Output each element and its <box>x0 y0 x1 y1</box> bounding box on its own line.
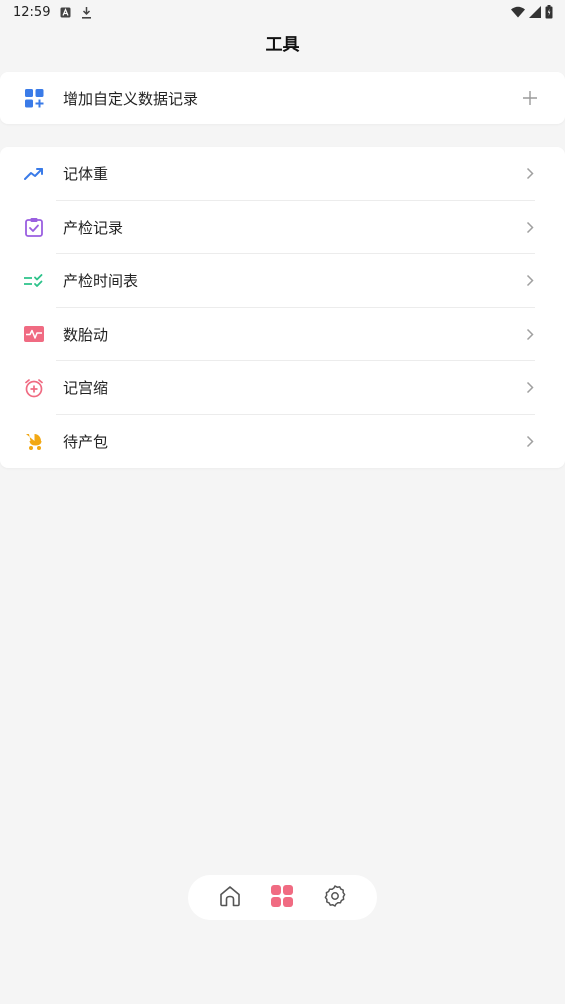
status-left: 12:59 <box>13 5 92 20</box>
tool-item-label: 记体重 <box>63 165 109 184</box>
home-icon <box>218 884 242 912</box>
tool-item-hospital-bag[interactable]: 待产包 <box>0 415 565 469</box>
notification-a-icon <box>60 7 71 18</box>
bottom-nav <box>188 875 377 920</box>
add-custom-record-button[interactable]: 增加自定义数据记录 <box>0 72 565 124</box>
gear-icon <box>323 884 347 912</box>
nav-settings-button[interactable] <box>319 882 351 914</box>
chevron-right-icon <box>523 381 537 395</box>
status-right <box>511 5 553 19</box>
alarm-plus-icon <box>24 378 44 398</box>
signal-icon <box>529 6 541 18</box>
nav-home-button[interactable] <box>214 882 246 914</box>
checklist-icon <box>24 271 44 291</box>
download-icon <box>81 6 92 19</box>
tools-list-card: 记体重 产检记录 产检时间表 数胎动 记宫缩 待产包 <box>0 147 565 468</box>
chevron-right-icon <box>523 220 537 234</box>
tools-grid-icon <box>270 884 294 912</box>
tool-item-weight[interactable]: 记体重 <box>0 147 565 201</box>
grid-plus-icon <box>24 88 44 108</box>
add-record-card: 增加自定义数据记录 <box>0 72 565 124</box>
tool-item-contractions[interactable]: 记宫缩 <box>0 361 565 415</box>
trend-up-icon <box>24 164 44 184</box>
tool-item-label: 数胎动 <box>63 325 109 344</box>
heartbeat-icon <box>24 324 44 344</box>
battery-icon <box>545 5 553 19</box>
chevron-right-icon <box>523 327 537 341</box>
status-time: 12:59 <box>13 4 51 20</box>
plus-icon <box>523 91 537 105</box>
tool-item-label: 待产包 <box>63 432 109 451</box>
tool-item-label: 产检记录 <box>63 218 124 237</box>
status-bar: 12:59 <box>0 0 565 24</box>
chevron-right-icon <box>523 167 537 181</box>
stroller-icon <box>24 431 44 451</box>
chevron-right-icon <box>523 434 537 448</box>
wifi-icon <box>511 6 525 18</box>
chevron-right-icon <box>523 274 537 288</box>
tool-item-fetal-movement[interactable]: 数胎动 <box>0 308 565 361</box>
tool-item-checkup-records[interactable]: 产检记录 <box>0 201 565 254</box>
tool-item-label: 记宫缩 <box>63 379 109 398</box>
add-custom-record-label: 增加自定义数据记录 <box>63 89 199 108</box>
nav-tools-button[interactable] <box>266 882 298 914</box>
tool-item-label: 产检时间表 <box>63 272 139 291</box>
tool-item-checkup-schedule[interactable]: 产检时间表 <box>0 254 565 308</box>
clipboard-check-icon <box>24 217 44 238</box>
page-title: 工具 <box>265 35 300 55</box>
